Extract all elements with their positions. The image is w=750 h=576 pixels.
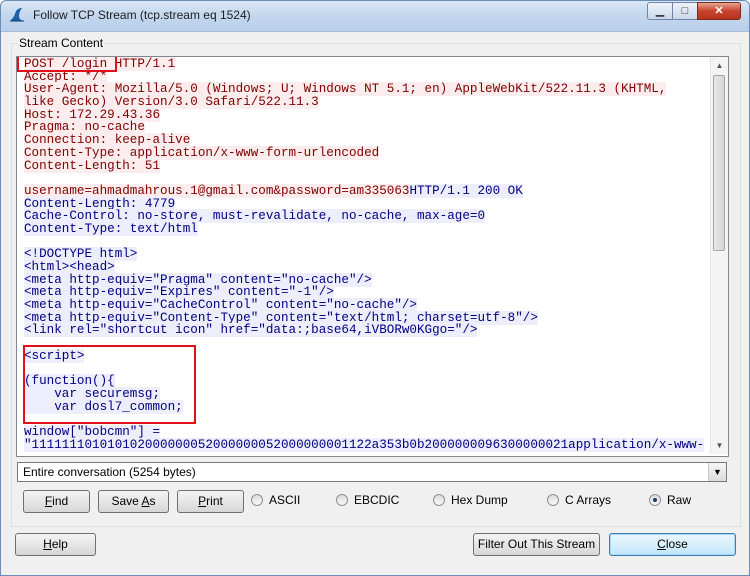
stream-content-textarea[interactable]: POST /login HTTP/1.1 Accept: */* User-Agen… — [16, 56, 729, 457]
scroll-down-arrow-icon[interactable]: ▼ — [711, 437, 728, 454]
radio-c-arrays-dot[interactable] — [547, 494, 559, 506]
conversation-select-value: Entire conversation (5254 bytes) — [23, 465, 196, 479]
stream-line: Content-Type: application/x-www-form-url… — [24, 145, 714, 160]
stream-line: like Gecko) Version/3.0 Safari/522.11.3 — [24, 95, 714, 110]
stream-segment-server: HTTP/1.1 200 OK — [409, 183, 523, 198]
stream-segment-server: <meta http-equiv="CacheControl" content=… — [24, 298, 417, 313]
stream-segment-client: Content-Length: 51 — [24, 158, 161, 173]
window-title: Follow TCP Stream (tcp.stream eq 1524) — [33, 8, 251, 22]
stream-line: window["bobcmn"] = — [24, 424, 714, 439]
save-as-button[interactable]: Save As — [98, 490, 169, 513]
filter-out-stream-button[interactable]: Filter Out This Stream — [473, 533, 600, 556]
stream-blank-line — [24, 172, 714, 185]
wireshark-fin-icon — [10, 8, 24, 22]
radio-ebcdic-label: EBCDIC — [354, 493, 400, 507]
radio-ascii-dot[interactable] — [251, 494, 263, 506]
stream-line: POST /login HTTP/1.1 — [24, 57, 714, 71]
stream-segment-server: <html><head> — [24, 260, 115, 274]
stream-segment-server: Content-Type: text/html — [24, 221, 198, 236]
help-button[interactable]: Help — [15, 533, 96, 556]
minimize-button[interactable]: ▁ — [647, 2, 673, 20]
close-window-button[interactable]: ✕ — [697, 2, 741, 20]
scroll-thumb[interactable] — [713, 75, 725, 251]
help-label-post: elp — [51, 537, 68, 551]
stream-segment-server: <link rel="shortcut icon" href="data:;ba… — [24, 323, 478, 338]
vertical-scrollbar[interactable]: ▲ ▼ — [710, 57, 728, 454]
save-as-label-key: A — [141, 494, 150, 508]
radio-c-arrays-label: C Arrays — [565, 493, 612, 507]
stream-line: Connection: keep-alive — [24, 133, 714, 148]
print-label-key: P — [198, 494, 207, 508]
close-label-key: C — [657, 537, 666, 551]
stream-line: <link rel="shortcut icon" href="data:;ba… — [24, 323, 714, 338]
close-label-post: lose — [665, 537, 688, 551]
print-label-post: rint — [206, 494, 223, 508]
radio-hex-dump-dot[interactable] — [433, 494, 445, 506]
save-as-label-pre: Save — [111, 494, 142, 508]
print-button[interactable]: Print — [177, 490, 244, 513]
save-as-label-post: s — [149, 494, 156, 508]
stream-line: username=ahmadmahrous.1@gmail.com&passwo… — [24, 183, 714, 198]
stream-line: <!DOCTYPE html> — [24, 247, 714, 262]
stream-segment-client: username=ahmadmahrous.1@gmail.com&passwo… — [24, 183, 410, 198]
find-label-post: ind — [52, 494, 69, 508]
close-button[interactable]: Close — [609, 533, 736, 556]
follow-tcp-stream-window: Follow TCP Stream (tcp.stream eq 1524) ▁… — [0, 0, 750, 576]
title-bar[interactable]: Follow TCP Stream (tcp.stream eq 1524) ▁… — [1, 1, 749, 32]
radio-hex-dump-label: Hex Dump — [451, 493, 508, 507]
stream-line: <html><head> — [24, 260, 714, 274]
radio-raw-dot[interactable] — [649, 494, 661, 506]
highlight-box-login — [17, 57, 117, 72]
stream-segment-client: like Gecko) Version/3.0 Safari/522.11.3 — [24, 95, 319, 110]
maximize-button[interactable]: □ — [672, 2, 698, 20]
stream-segment-server: window["bobcmn"] = — [24, 424, 161, 439]
chevron-down-icon[interactable]: ▼ — [708, 463, 726, 481]
scroll-up-arrow-icon[interactable]: ▲ — [711, 57, 728, 74]
stream-segment-client: Content-Type: application/x-www-form-url… — [24, 145, 380, 160]
stream-line: Content-Type: text/html — [24, 221, 714, 236]
stream-line: "111111101010102000000052000000052000000… — [24, 437, 714, 452]
stream-content-label: Stream Content — [17, 36, 106, 50]
stream-line: Content-Length: 51 — [24, 158, 714, 173]
radio-ebcdic-dot[interactable] — [336, 494, 348, 506]
highlight-box-script — [23, 345, 196, 424]
find-button[interactable]: Find — [23, 490, 90, 513]
conversation-select[interactable]: Entire conversation (5254 bytes) ▼ — [17, 462, 727, 482]
radio-ascii-label: ASCII — [269, 493, 301, 507]
radio-raw-label: Raw — [667, 493, 692, 507]
stream-line: <meta http-equiv="CacheControl" content=… — [24, 298, 714, 313]
help-label-key: H — [43, 537, 52, 551]
stream-segment-server: "111111101010102000000052000000052000000… — [24, 437, 705, 452]
